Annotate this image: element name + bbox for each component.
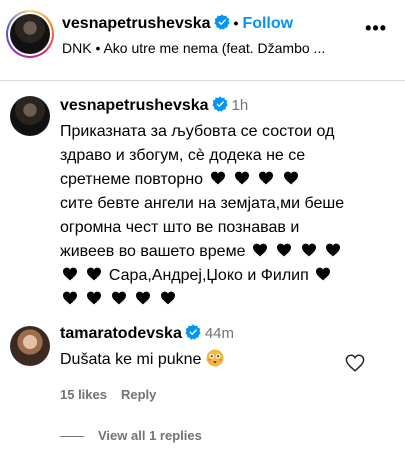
black-heart-icon	[252, 243, 268, 257]
comment-text: Приказната за љубовта се состои од здрав…	[60, 120, 365, 312]
reply-button[interactable]: Reply	[121, 387, 156, 402]
flushed-face-emoji-icon	[206, 349, 224, 367]
story-avatar[interactable]	[6, 10, 54, 58]
comment-time: 1h	[231, 97, 249, 114]
black-heart-icon	[301, 243, 317, 257]
avatar-image	[10, 14, 50, 54]
black-heart-icon	[283, 171, 299, 185]
black-heart-icon	[276, 243, 292, 257]
comment-username[interactable]: vesnapetrushevska	[60, 97, 209, 114]
post-header: vesnapetrushevska • Follow DNK • Ako utre …	[0, 0, 405, 80]
likes-count[interactable]: 15 likes	[60, 387, 107, 402]
comment-username[interactable]: tamaratodevska	[60, 325, 182, 342]
comment-user-line: tamaratodevska 44m	[60, 324, 234, 343]
header-user-line: vesnapetrushevska • Follow	[62, 14, 293, 33]
black-heart-icon	[62, 267, 78, 281]
black-heart-icon	[258, 171, 274, 185]
black-heart-icon	[210, 171, 226, 185]
black-heart-icon	[86, 291, 102, 305]
comment-line: сите бевте ангели на земјата,ми беше	[60, 195, 345, 212]
verified-badge-icon	[212, 96, 228, 112]
comment-line: Приказната за љубовта се состои од	[60, 123, 335, 140]
verified-badge-icon	[214, 14, 230, 30]
black-heart-icon	[135, 291, 151, 305]
view-replies-button[interactable]: View all 1 replies	[98, 428, 202, 443]
comment-text: Dušata ke mi pukne	[60, 348, 340, 372]
view-replies-row[interactable]: View all 1 replies	[60, 428, 216, 443]
replies-line	[60, 436, 84, 438]
header-username[interactable]: vesnapetrushevska	[62, 15, 211, 32]
black-heart-icon	[325, 243, 341, 257]
comment-user-line: vesnapetrushevska 1h	[60, 96, 248, 115]
comment-line-with-hearts: Сара,Андреј,Џоко и Филип	[60, 264, 365, 288]
more-options-icon[interactable]: •••	[365, 18, 387, 39]
comment-line-with-hearts: сретнеме повторно	[60, 168, 365, 192]
follow-button[interactable]: Follow	[242, 15, 293, 32]
black-heart-icon	[315, 267, 331, 281]
comment-body: Dušata ke mi pukne	[60, 351, 202, 368]
comment-time: 44m	[204, 325, 235, 342]
commenter-avatar[interactable]	[10, 326, 50, 366]
comment-line-with-hearts	[60, 288, 365, 312]
black-heart-icon	[86, 267, 102, 281]
black-heart-icon	[62, 291, 78, 305]
black-heart-icon	[111, 291, 127, 305]
comment-line: огромна чест што ве познавав и	[60, 219, 300, 236]
comment-meta: 15 likes Reply	[60, 387, 170, 402]
like-heart-icon[interactable]	[345, 354, 365, 372]
separator-dot: •	[233, 15, 239, 31]
song-link[interactable]: DNK • Ako utre me nema (feat. Džambo ...	[62, 40, 352, 56]
divider	[0, 80, 405, 81]
verified-badge-icon	[185, 324, 201, 340]
comment-line: здраво и збогум, сè додека не се	[60, 147, 306, 164]
commenter-avatar[interactable]	[10, 96, 50, 136]
black-heart-icon	[160, 291, 176, 305]
black-heart-icon	[234, 171, 250, 185]
comment-line-with-hearts: живеев во вашето време	[60, 240, 365, 264]
